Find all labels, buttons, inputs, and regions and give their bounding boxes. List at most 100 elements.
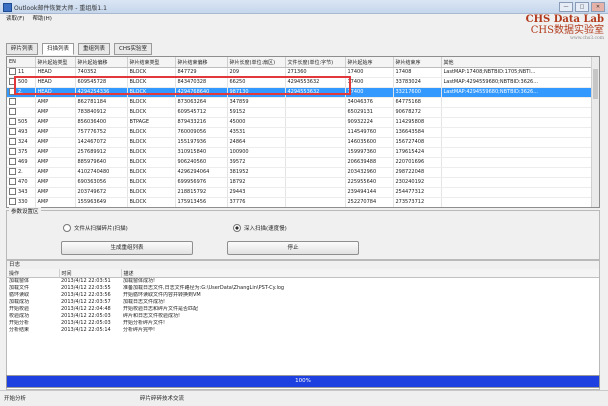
log-row[interactable]: 开始分析 2013/4/12 22:05:03 开始分析碎片文件! <box>7 320 599 327</box>
close-button[interactable]: ✕ <box>591 2 605 12</box>
col-header[interactable]: 碎片起始类型 <box>35 57 76 68</box>
table-cell: 271360 <box>285 67 346 78</box>
table-row[interactable]: 453AMP637378048BLOCK85264153629616273777… <box>7 208 591 209</box>
table-cell: BLOCK <box>127 67 176 78</box>
row-checkbox[interactable] <box>9 148 16 155</box>
minimize-button[interactable]: — <box>559 2 573 12</box>
scrollbar-thumb[interactable] <box>593 69 598 99</box>
col-header[interactable]: EN <box>7 57 36 68</box>
row-checkbox[interactable] <box>9 68 16 75</box>
table-cell: 114295808 <box>393 117 442 128</box>
row-checkbox[interactable] <box>9 188 16 195</box>
table-row[interactable]: 375 AMP 257689912 BLOCK 310915840 100900 15999… <box>7 147 592 158</box>
log-row[interactable]: 循环读取 2013/4/12 22:03:56 开始循环读取文件内容并转换到VM <box>7 292 599 299</box>
log-row[interactable]: 分析结束 2013/4/12 22:05:14 分析碎片完毕! <box>7 327 599 334</box>
scan-grid[interactable]: EN 碎片起始类型 碎片起始偏移 碎片结束类型 碎片结束偏移 碎片长度(单位:扇… <box>6 56 600 208</box>
log-row[interactable]: 加载成功 2013/4/12 22:03:57 加载日志文件成功! <box>7 299 599 306</box>
table-cell <box>285 177 346 188</box>
log-cell: 分析碎片完毕! <box>123 327 156 333</box>
table-cell: 155197936 <box>175 137 228 148</box>
table-row[interactable]: 493 AMP 757776752 BLOCK 760009056 43531 114549… <box>7 127 592 138</box>
radio-circle[interactable] <box>63 224 71 232</box>
table-cell <box>441 187 592 198</box>
table-cell: 699956976 <box>175 177 228 188</box>
row-id: 500 <box>18 79 28 85</box>
table-cell: 2. <box>7 87 36 98</box>
grid-scrollbar[interactable] <box>591 57 599 207</box>
log-row[interactable]: 加载文件 2013/4/12 22:03:55 准备加载日志文件,日志文件路径为:G… <box>7 285 599 292</box>
generate-button[interactable]: 生成重组列表 <box>61 241 193 255</box>
table-cell <box>441 117 592 128</box>
table-cell: 4294768640 <box>175 87 228 98</box>
table-cell <box>285 137 346 148</box>
row-checkbox[interactable] <box>9 98 16 105</box>
table-row[interactable]: AMP 862781184 BLOCK 873063264 347859 34046376… <box>7 97 592 108</box>
col-header[interactable]: 碎片起始偏移 <box>75 57 128 68</box>
log-col-header[interactable]: 操作 <box>7 269 60 278</box>
row-checkbox[interactable] <box>9 198 16 205</box>
col-header[interactable]: 碎片结束偏移 <box>175 57 228 68</box>
log-col-header[interactable]: 时间 <box>59 269 122 278</box>
table-row[interactable]: 469 AMP 885979640 BLOCK 906240560 39572 206639… <box>7 157 592 168</box>
radio-fragment-scan[interactable]: 文件从扫描碎片(扫描) <box>63 224 128 232</box>
tab-reassemble-list[interactable]: 重组列表 <box>78 43 111 55</box>
table-row[interactable]: AMP 783840912 BLOCK 609545712 59152 65029131 9… <box>7 107 592 118</box>
col-header[interactable]: 碎片长度(单位:扇区) <box>227 57 286 68</box>
table-cell: 142467072 <box>75 137 128 148</box>
tab-fragment-list[interactable]: 碎片列表 <box>6 43 39 55</box>
row-checkbox[interactable] <box>9 128 16 135</box>
table-row[interactable]: 343 AMP 203749672 BLOCK 218815792 29443 239494… <box>7 187 592 198</box>
col-header[interactable]: 文件长度(单位:字节) <box>285 57 346 68</box>
table-cell: 987130 <box>227 87 286 98</box>
table-cell: 136643584 <box>393 127 442 138</box>
table-cell: 298722048 <box>393 167 442 178</box>
progress-percent: 100% <box>295 378 311 384</box>
row-checkbox[interactable] <box>9 178 16 185</box>
row-checkbox[interactable] <box>9 158 16 165</box>
log-row[interactable]: 开始校验 2013/4/12 22:04:48 开始校验日志和碎片文件是否匹配 <box>7 306 599 313</box>
menu-read[interactable]: 读取(F) <box>6 14 24 24</box>
table-row[interactable]: 470 AMP 690363056 BLOCK 699956976 18792 225955… <box>7 177 592 188</box>
table-row[interactable]: 505 AMP 856036400 BTPAGE 879433216 45000 90932… <box>7 117 592 128</box>
row-checkbox[interactable] <box>9 168 16 175</box>
table-cell: 288760832 <box>393 208 441 209</box>
col-header[interactable]: 碎片结束序 <box>393 57 442 68</box>
log-table: 操作 时间 描述 加载窗体 2013/4/12 22:03:51 加载窗体成功! 加载… <box>7 269 599 334</box>
table-cell: 179615424 <box>393 147 442 158</box>
tab-scan-list[interactable]: 扫描列表 <box>42 43 75 55</box>
table-row[interactable]: 500 HEAD 609545728 BLOCK 843470328 66250 42945… <box>7 77 592 88</box>
col-header[interactable]: 碎片起始序 <box>345 57 394 68</box>
table-cell: 37776 <box>227 197 286 207</box>
table-row[interactable]: 324 AMP 142467072 BLOCK 155197936 24864 146035… <box>7 137 592 148</box>
row-id: 493 <box>18 129 28 135</box>
table-cell: AMP <box>35 187 76 198</box>
log-col-header[interactable]: 描述 <box>121 269 599 278</box>
table-cell: 64775168 <box>393 97 442 108</box>
table-cell: 324 <box>7 137 36 148</box>
row-checkbox[interactable] <box>9 88 16 95</box>
log-row[interactable]: 加载窗体 2013/4/12 22:03:51 加载窗体成功! <box>7 278 599 286</box>
table-row[interactable]: 2. HEAD 4294254336 BLOCK 4294768640 987130 429… <box>7 87 592 98</box>
stop-button[interactable]: 停止 <box>227 241 359 255</box>
log-row[interactable]: 校验成功 2013/4/12 22:05:03 碎片和日志文件校验成功! <box>7 313 599 320</box>
table-row[interactable]: 2. AMP 4102740480 BLOCK 4296294064 381952 2034… <box>7 167 592 178</box>
radio-circle[interactable] <box>233 224 241 232</box>
radio-deep-scan[interactable]: 深入扫描(速度慢) <box>233 224 287 232</box>
row-id: 324 <box>18 139 28 145</box>
table-row[interactable]: 11 HEAD 740352 BLOCK 847729 209 271360 17400 174… <box>7 67 592 78</box>
row-checkbox[interactable] <box>9 108 16 115</box>
table-row[interactable]: 330 AMP 155963649 BLOCK 175913456 37776 252270… <box>7 197 592 207</box>
table-cell: 175913456 <box>175 197 228 207</box>
menu-help[interactable]: 帮助(H) <box>32 14 51 24</box>
table-cell <box>441 208 591 209</box>
row-checkbox[interactable] <box>9 118 16 125</box>
table-cell: AMP <box>35 167 76 178</box>
col-header[interactable]: 其他 <box>441 57 592 68</box>
maximize-button[interactable]: □ <box>575 2 589 12</box>
row-checkbox[interactable] <box>9 78 16 85</box>
table-cell <box>285 97 346 108</box>
tab-chs-lab[interactable]: CHS实验室 <box>114 43 153 55</box>
col-header[interactable]: 碎片结束类型 <box>127 57 176 68</box>
table-cell: 18792 <box>227 177 286 188</box>
row-checkbox[interactable] <box>9 138 16 145</box>
